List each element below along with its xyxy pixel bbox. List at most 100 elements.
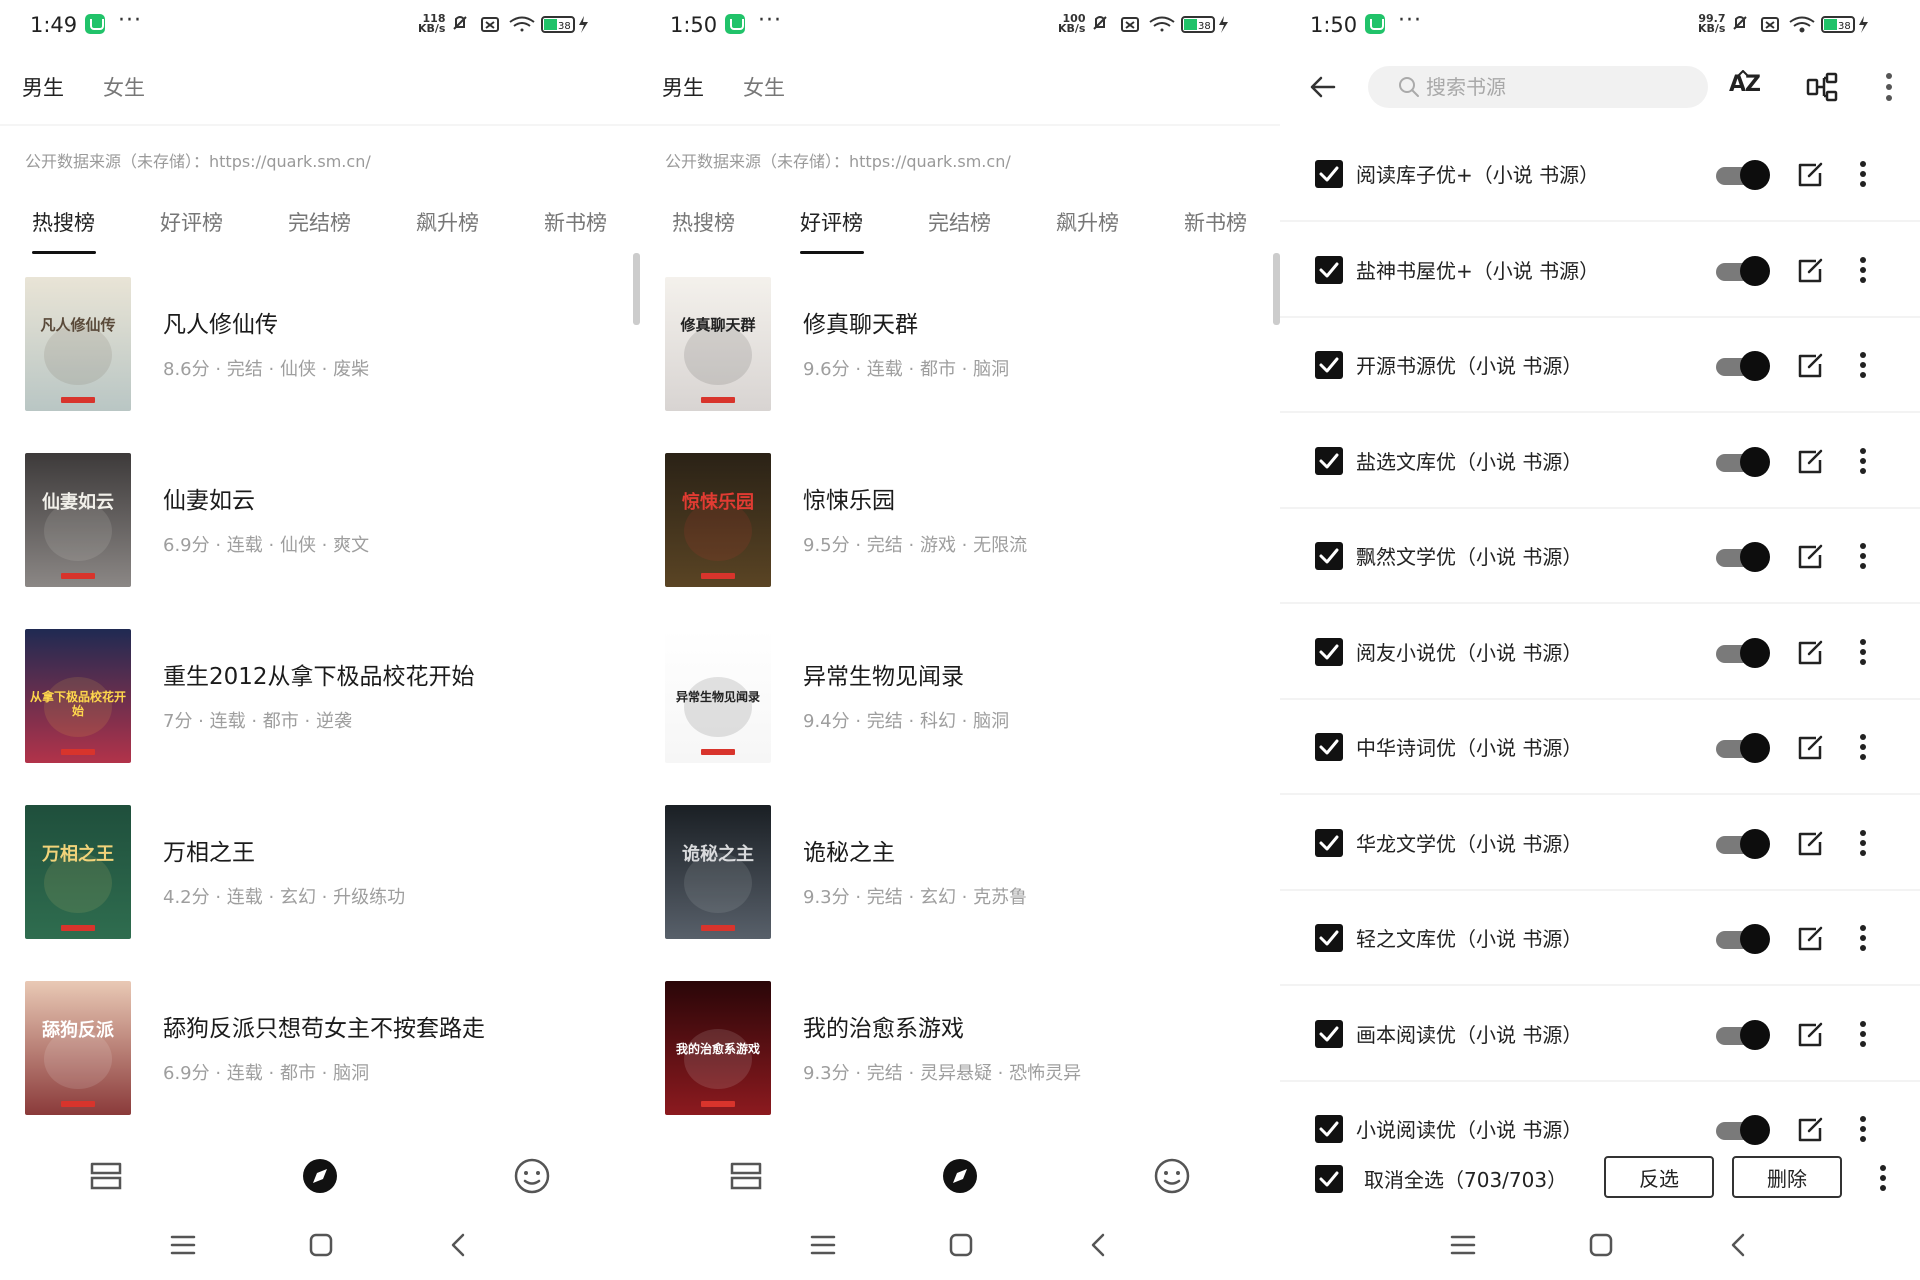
tab-rank-1[interactable]: 好评榜 bbox=[800, 207, 863, 237]
book-list-item[interactable]: 诡秘之主 诡秘之主 9.3分 · 完结 · 玄幻 · 克苏鲁 bbox=[665, 805, 1265, 939]
delete-button[interactable]: 删除 bbox=[1732, 1156, 1842, 1198]
select-all-checkbox[interactable] bbox=[1315, 1165, 1343, 1193]
book-list-item[interactable]: 我的治愈系游戏 我的治愈系游戏 9.3分 · 完结 · 灵异悬疑 · 恐怖灵异 bbox=[665, 981, 1265, 1115]
source-row[interactable]: 阅读库子优+（小说 书源） bbox=[1280, 126, 1920, 222]
source-enable-toggle[interactable] bbox=[1716, 255, 1770, 286]
row-more-icon[interactable] bbox=[1858, 1115, 1868, 1143]
book-list-item[interactable]: 惊悚乐园 惊悚乐园 9.5分 · 完结 · 游戏 · 无限流 bbox=[665, 453, 1265, 587]
row-more-icon[interactable] bbox=[1858, 924, 1868, 952]
row-more-icon[interactable] bbox=[1858, 1020, 1868, 1048]
recent-apps-icon[interactable] bbox=[808, 1230, 838, 1260]
tab-rank-4[interactable]: 新书榜 bbox=[544, 207, 607, 237]
book-list-item[interactable]: 凡人修仙传 凡人修仙传 8.6分 · 完结 · 仙侠 · 废柴 bbox=[25, 277, 625, 411]
source-enable-toggle[interactable] bbox=[1716, 160, 1770, 190]
edit-icon[interactable] bbox=[1796, 543, 1824, 571]
source-row[interactable]: 开源书源优（小说 书源） bbox=[1280, 317, 1920, 413]
tab-rank-3[interactable]: 飙升榜 bbox=[416, 207, 479, 237]
source-row[interactable]: 中华诗词优（小说 书源） bbox=[1280, 699, 1920, 795]
edit-icon[interactable] bbox=[1796, 352, 1824, 380]
tab-rank-0[interactable]: 热搜榜 bbox=[672, 207, 735, 237]
source-row[interactable]: 阅友小说优（小说 书源） bbox=[1280, 604, 1920, 700]
row-more-icon[interactable] bbox=[1858, 542, 1868, 570]
source-checkbox[interactable] bbox=[1315, 542, 1343, 570]
source-enable-toggle[interactable] bbox=[1716, 733, 1770, 763]
discover-icon[interactable] bbox=[300, 1156, 340, 1196]
book-list-item[interactable]: 舔狗反派 舔狗反派只想苟女主不按套路走 6.9分 · 连载 · 都市 · 脑洞 bbox=[25, 981, 625, 1115]
tab-rank-2[interactable]: 完结榜 bbox=[288, 207, 351, 237]
home-icon[interactable] bbox=[1586, 1230, 1616, 1260]
sort-az-button[interactable]: AZ bbox=[1727, 70, 1767, 106]
tab-rank-2[interactable]: 完结榜 bbox=[928, 207, 991, 237]
book-list-item[interactable]: 异常生物见闻录 异常生物见闻录 9.4分 · 完结 · 科幻 · 脑洞 bbox=[665, 629, 1265, 763]
home-icon[interactable] bbox=[306, 1230, 336, 1260]
source-checkbox[interactable] bbox=[1315, 351, 1343, 379]
source-checkbox[interactable] bbox=[1315, 733, 1343, 761]
source-enable-toggle[interactable] bbox=[1716, 637, 1770, 668]
edit-icon[interactable] bbox=[1796, 448, 1824, 476]
profile-face-icon[interactable] bbox=[512, 1156, 552, 1196]
discover-icon[interactable] bbox=[940, 1156, 980, 1196]
edit-icon[interactable] bbox=[1796, 1021, 1824, 1049]
row-more-icon[interactable] bbox=[1858, 351, 1868, 379]
recent-apps-icon[interactable] bbox=[1448, 1230, 1478, 1260]
tab-rank-0[interactable]: 热搜榜 bbox=[32, 207, 95, 237]
source-checkbox[interactable] bbox=[1315, 255, 1343, 284]
book-list-item[interactable]: 从拿下极品校花开始 重生2012从拿下极品校花开始 7分 · 连载 · 都市 · 逆… bbox=[25, 629, 625, 763]
source-row[interactable]: 飘然文学优（小说 书源） bbox=[1280, 508, 1920, 604]
recent-apps-icon[interactable] bbox=[168, 1230, 198, 1260]
row-more-icon[interactable] bbox=[1858, 638, 1868, 666]
source-checkbox[interactable] bbox=[1315, 1019, 1343, 1048]
source-checkbox[interactable] bbox=[1315, 446, 1343, 475]
scrollbar[interactable] bbox=[1273, 253, 1280, 325]
edit-icon[interactable] bbox=[1796, 161, 1824, 189]
edit-icon[interactable] bbox=[1796, 639, 1824, 667]
tab-rank-3[interactable]: 飙升榜 bbox=[1056, 207, 1119, 237]
book-list-item[interactable]: 修真聊天群 修真聊天群 9.6分 · 连载 · 都市 · 脑洞 bbox=[665, 277, 1265, 411]
tab-female[interactable]: 女生 bbox=[103, 72, 145, 102]
row-more-icon[interactable] bbox=[1858, 256, 1868, 284]
source-checkbox[interactable] bbox=[1315, 1115, 1343, 1143]
book-list-item[interactable]: 仙妻如云 仙妻如云 6.9分 · 连载 · 仙侠 · 爽文 bbox=[25, 453, 625, 587]
source-enable-toggle[interactable] bbox=[1716, 542, 1770, 572]
source-row[interactable]: 画本阅读优（小说 书源） bbox=[1280, 986, 1920, 1082]
source-enable-toggle[interactable] bbox=[1716, 1019, 1770, 1050]
source-enable-toggle[interactable] bbox=[1716, 351, 1770, 381]
row-more-icon[interactable] bbox=[1858, 447, 1868, 475]
selection-more-icon[interactable] bbox=[1878, 1164, 1888, 1192]
source-checkbox[interactable] bbox=[1315, 160, 1343, 188]
scrollbar[interactable] bbox=[633, 253, 640, 325]
edit-icon[interactable] bbox=[1796, 830, 1824, 858]
source-enable-toggle[interactable] bbox=[1716, 1115, 1770, 1145]
invert-selection-button[interactable]: 反选 bbox=[1604, 1156, 1714, 1198]
back-icon[interactable] bbox=[1084, 1230, 1114, 1260]
source-row[interactable]: 盐神书屋优+（小说 书源） bbox=[1280, 222, 1920, 318]
source-enable-toggle[interactable] bbox=[1716, 828, 1770, 859]
overflow-menu-icon[interactable] bbox=[1884, 72, 1894, 102]
row-more-icon[interactable] bbox=[1858, 733, 1868, 761]
tab-male[interactable]: 男生 bbox=[662, 72, 704, 102]
search-box[interactable] bbox=[1368, 66, 1708, 108]
source-checkbox[interactable] bbox=[1315, 828, 1343, 857]
tab-rank-1[interactable]: 好评榜 bbox=[160, 207, 223, 237]
profile-face-icon[interactable] bbox=[1152, 1156, 1192, 1196]
source-checkbox[interactable] bbox=[1315, 924, 1343, 952]
bookshelf-icon[interactable] bbox=[86, 1156, 126, 1196]
source-row[interactable]: 华龙文学优（小说 书源） bbox=[1280, 795, 1920, 891]
source-enable-toggle[interactable] bbox=[1716, 446, 1770, 477]
source-enable-toggle[interactable] bbox=[1716, 924, 1770, 954]
home-icon[interactable] bbox=[946, 1230, 976, 1260]
row-more-icon[interactable] bbox=[1858, 829, 1868, 857]
back-arrow-icon[interactable] bbox=[1308, 74, 1338, 100]
edit-icon[interactable] bbox=[1796, 1116, 1824, 1144]
source-row[interactable]: 盐选文库优（小说 书源） bbox=[1280, 413, 1920, 509]
source-row[interactable]: 轻之文库优（小说 书源） bbox=[1280, 890, 1920, 986]
group-tree-icon[interactable] bbox=[1806, 72, 1838, 102]
tab-male[interactable]: 男生 bbox=[22, 72, 64, 102]
row-more-icon[interactable] bbox=[1858, 160, 1868, 188]
tab-rank-4[interactable]: 新书榜 bbox=[1184, 207, 1247, 237]
bookshelf-icon[interactable] bbox=[726, 1156, 766, 1196]
edit-icon[interactable] bbox=[1796, 925, 1824, 953]
back-icon[interactable] bbox=[1724, 1230, 1754, 1260]
book-list-item[interactable]: 万相之王 万相之王 4.2分 · 连载 · 玄幻 · 升级练功 bbox=[25, 805, 625, 939]
source-checkbox[interactable] bbox=[1315, 637, 1343, 666]
